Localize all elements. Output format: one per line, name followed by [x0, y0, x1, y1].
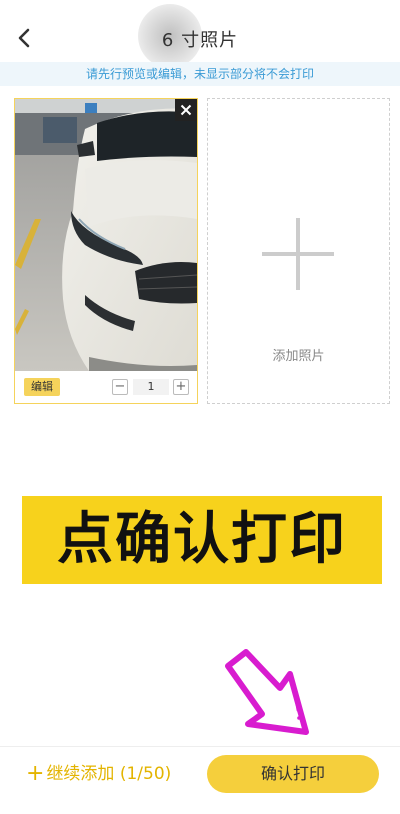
confirm-print-button[interactable]: 确认打印	[207, 755, 379, 793]
arrow-annotation-icon	[225, 649, 309, 735]
quantity-minus-button[interactable]: −	[112, 379, 128, 395]
add-photo-card[interactable]: 添加照片	[207, 98, 390, 404]
photo-controls: 编辑 − 1 +	[15, 373, 197, 403]
photo-card: 编辑 − 1 +	[14, 98, 198, 404]
instruction-banner: 点确认打印	[22, 496, 382, 584]
print-photo-screen: 6 寸照片 请先行预览或编辑，未显示部分将不会打印 编辑 − 1 + 添加照片 …	[0, 0, 400, 814]
quantity-value[interactable]: 1	[133, 379, 169, 395]
remove-photo-button[interactable]	[175, 99, 197, 121]
car-photo	[15, 99, 197, 371]
plus-icon	[262, 218, 334, 290]
continue-add-label: 继续添加 (1/50)	[46, 764, 172, 784]
continue-add-button[interactable]: + 继续添加 (1/50)	[26, 762, 171, 786]
quantity-plus-button[interactable]: +	[173, 379, 189, 395]
notice-bar: 请先行预览或编辑，未显示部分将不会打印	[0, 62, 400, 86]
page-title: 6 寸照片	[161, 30, 239, 51]
add-photo-label: 添加照片	[272, 349, 325, 364]
banner-text: 点确认打印	[57, 507, 347, 572]
close-icon	[180, 104, 192, 116]
photo-preview[interactable]	[15, 99, 197, 371]
continue-add-plus-icon: +	[26, 761, 45, 786]
header: 6 寸照片	[0, 0, 400, 68]
bottom-divider	[0, 746, 400, 747]
edit-button[interactable]: 编辑	[24, 378, 60, 396]
